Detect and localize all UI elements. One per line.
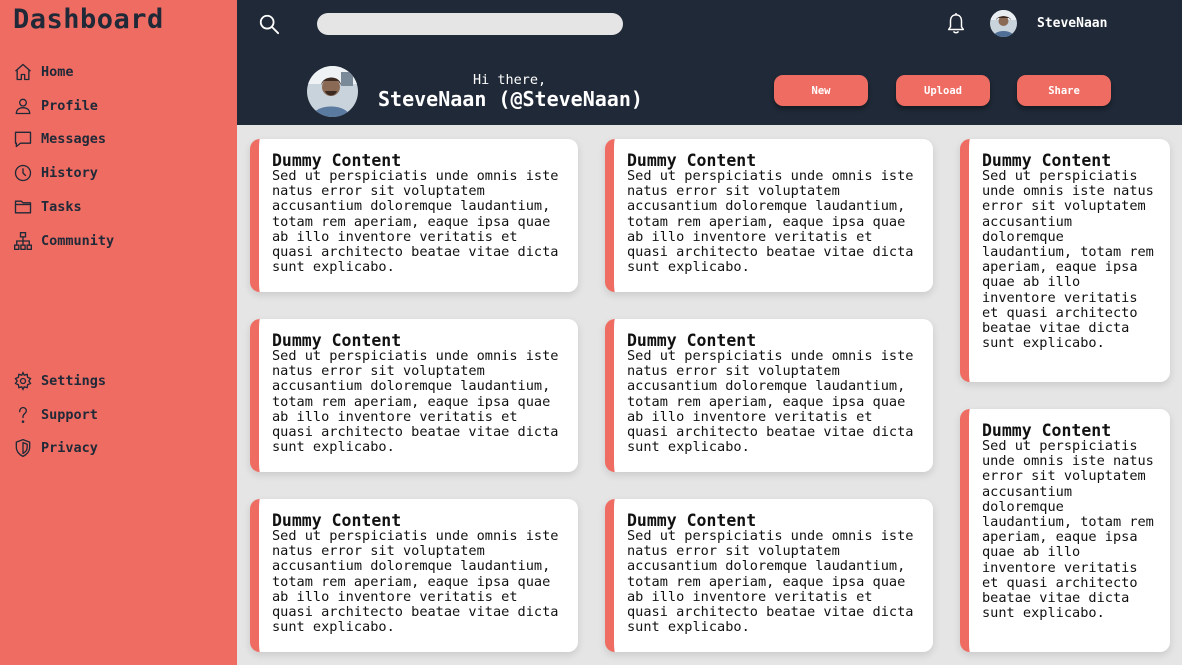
- card-title: Dummy Content: [272, 511, 402, 530]
- content-card: Dummy Content Sed ut perspiciatis unde o…: [605, 499, 933, 652]
- avatar[interactable]: [990, 10, 1017, 37]
- nav-label: History: [41, 165, 98, 182]
- nav-primary: Home Profile Messages History Tasks Comm…: [13, 55, 114, 258]
- user-icon: [15, 98, 31, 114]
- card-title: Dummy Content: [627, 511, 757, 530]
- folder-icon: [14, 200, 32, 214]
- nav-item-messages[interactable]: Messages: [13, 123, 114, 157]
- nav-item-support[interactable]: Support: [13, 398, 106, 432]
- sidebar: Dashboard Home Profile Messages History …: [0, 0, 237, 665]
- nav-item-community[interactable]: Community: [13, 224, 114, 258]
- content-card: Dummy Content Sed ut perspiciatis unde o…: [605, 319, 933, 472]
- nav-label: Tasks: [41, 199, 82, 216]
- profile-avatar: [307, 66, 358, 117]
- card-body: Sed ut perspiciatis unde omnis iste natu…: [272, 528, 559, 636]
- nav-label: Home: [41, 63, 74, 80]
- card-title: Dummy Content: [627, 151, 757, 170]
- content-card: Dummy Content Sed ut perspiciatis unde o…: [250, 139, 578, 292]
- nav-label: Privacy: [41, 440, 98, 457]
- card-title: Dummy Content: [982, 151, 1112, 170]
- search-input[interactable]: [317, 13, 623, 35]
- profile-name: SteveNaan (@SteveNaan): [378, 87, 643, 111]
- card-body: Sed ut perspiciatis unde omnis iste natu…: [272, 348, 559, 456]
- question-icon: [19, 406, 28, 423]
- content-card: Dummy Content Sed ut perspiciatis unde o…: [250, 499, 578, 652]
- chat-icon: [14, 132, 32, 148]
- nav-secondary: Settings Support Privacy: [13, 364, 106, 465]
- brand-title: Dashboard: [13, 4, 164, 35]
- card-body: Sed ut perspiciatis unde omnis iste natu…: [627, 348, 914, 456]
- nav-label: Support: [41, 406, 98, 423]
- card-title: Dummy Content: [272, 151, 402, 170]
- home-icon: [15, 63, 31, 81]
- card-title: Dummy Content: [627, 331, 757, 350]
- card-body: Sed ut perspiciatis unde omnis iste natu…: [627, 168, 914, 276]
- nav-label: Settings: [41, 372, 107, 389]
- card-body: Sed ut perspiciatis unde omnis iste natu…: [982, 438, 1154, 622]
- card-body: Sed ut perspiciatis unde omnis iste natu…: [982, 168, 1154, 352]
- content-card: Dummy Content Sed ut perspiciatis unde o…: [960, 139, 1170, 382]
- header-username[interactable]: SteveNaan: [1037, 16, 1107, 31]
- greeting-text: Hi there,: [473, 72, 547, 88]
- nav-label: Community: [41, 232, 115, 249]
- nav-label: Profile: [41, 97, 98, 114]
- nav-item-tasks[interactable]: Tasks: [13, 190, 114, 224]
- gear-icon: [14, 371, 32, 391]
- content-card: Dummy Content Sed ut perspiciatis unde o…: [250, 319, 578, 472]
- nav-item-settings[interactable]: Settings: [13, 364, 106, 398]
- content-card: Dummy Content Sed ut perspiciatis unde o…: [605, 139, 933, 292]
- card-body: Sed ut perspiciatis unde omnis iste natu…: [272, 168, 559, 276]
- nav-item-profile[interactable]: Profile: [13, 89, 114, 123]
- card-title: Dummy Content: [982, 421, 1112, 440]
- nav-item-home[interactable]: Home: [13, 55, 114, 89]
- nav-item-privacy[interactable]: Privacy: [13, 432, 106, 466]
- share-button[interactable]: Share: [1017, 75, 1111, 106]
- network-icon: [14, 231, 32, 250]
- clock-icon: [14, 165, 32, 182]
- card-title: Dummy Content: [272, 331, 402, 350]
- bell-icon[interactable]: [945, 12, 967, 36]
- upload-button[interactable]: Upload: [896, 75, 990, 106]
- new-button[interactable]: New: [774, 75, 868, 106]
- nav-item-history[interactable]: History: [13, 156, 114, 190]
- shield-icon: [15, 439, 31, 458]
- search-icon[interactable]: [258, 13, 280, 35]
- card-body: Sed ut perspiciatis unde omnis iste natu…: [627, 528, 914, 636]
- content-card: Dummy Content Sed ut perspiciatis unde o…: [960, 409, 1170, 652]
- nav-label: Messages: [41, 131, 107, 148]
